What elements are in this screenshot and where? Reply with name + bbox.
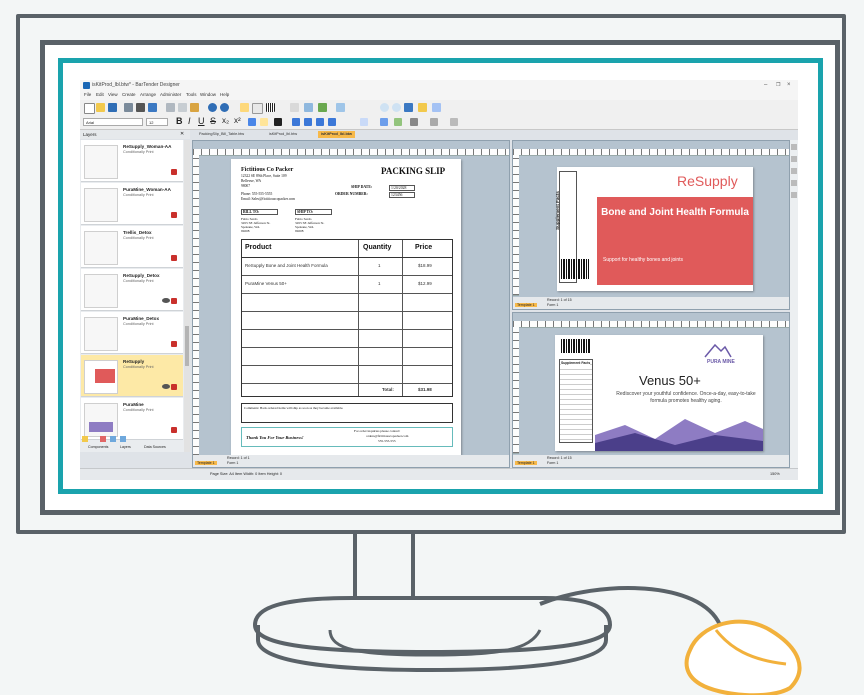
mouse-icon (684, 619, 802, 695)
monitor-stand-and-mouse (252, 586, 802, 695)
